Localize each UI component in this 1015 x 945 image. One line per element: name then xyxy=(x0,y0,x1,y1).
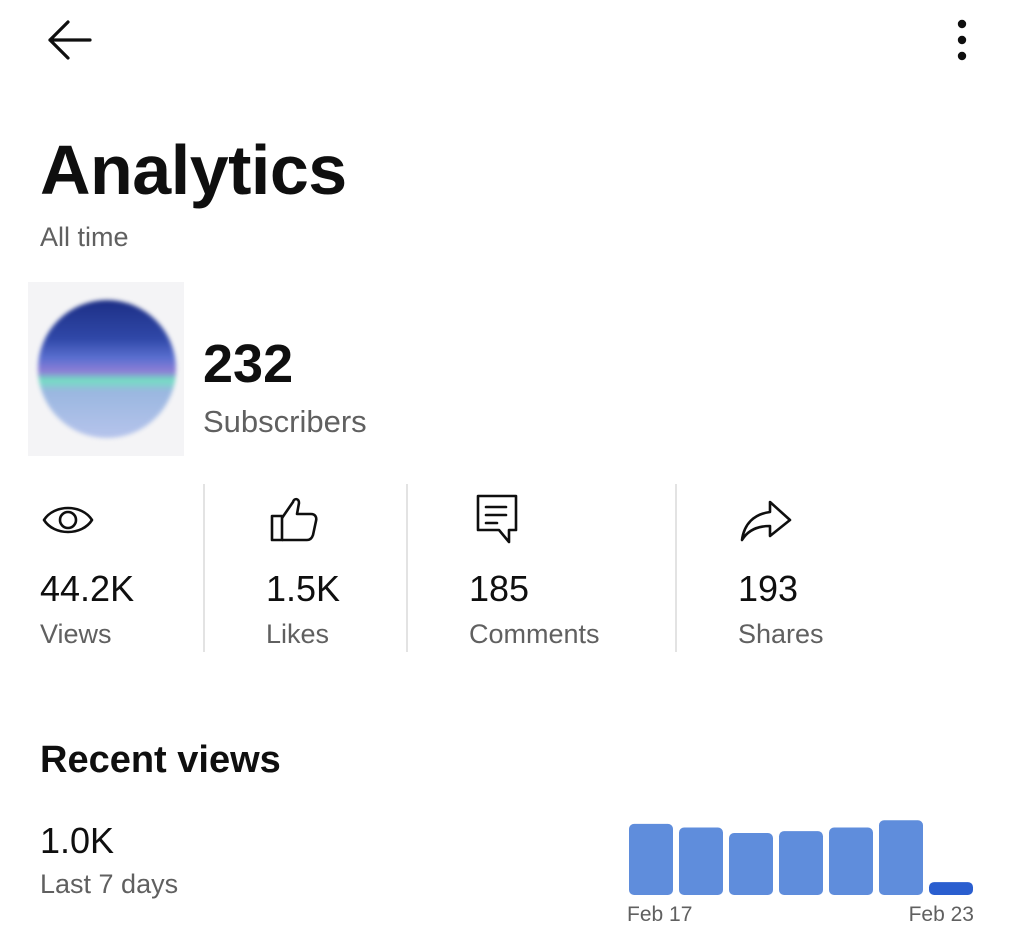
stat-divider xyxy=(203,484,205,652)
back-button[interactable] xyxy=(38,14,100,66)
more-vert-icon xyxy=(957,19,967,61)
eye-icon xyxy=(42,506,94,534)
stat-shares[interactable]: 193 Shares xyxy=(738,484,878,652)
recent-views-chart[interactable]: Feb 17 Feb 23 xyxy=(620,800,990,945)
stat-comments[interactable]: 185 Comments xyxy=(469,484,659,652)
views-label: Views xyxy=(40,619,112,649)
likes-label: Likes xyxy=(266,619,330,649)
share-icon xyxy=(740,500,792,542)
chart-bar xyxy=(629,823,673,895)
comments-label: Comments xyxy=(469,619,600,649)
chart-tick-label: Feb 17 xyxy=(627,903,692,926)
more-options-button[interactable] xyxy=(940,14,984,66)
chart-tick-label: Feb 23 xyxy=(909,903,974,926)
channel-avatar-frame xyxy=(28,282,184,456)
chart-bar xyxy=(679,827,723,895)
arrow-left-icon xyxy=(48,20,92,60)
page-title: Analytics xyxy=(40,131,347,209)
chart-bar xyxy=(729,833,773,895)
chart-bar xyxy=(879,820,923,895)
stat-divider xyxy=(406,484,408,652)
views-value: 44.2K xyxy=(40,568,135,609)
comments-value: 185 xyxy=(469,568,530,609)
subscriber-count: 232 xyxy=(203,334,294,394)
likes-value: 1.5K xyxy=(266,568,341,609)
thumbs-up-icon xyxy=(270,497,318,542)
recent-views-value: 1.0K xyxy=(40,820,115,861)
chart-bar xyxy=(829,827,873,895)
chart-bar xyxy=(929,882,973,895)
chart-bar xyxy=(779,831,823,895)
stat-divider xyxy=(675,484,677,652)
subscriber-label: Subscribers xyxy=(203,404,367,439)
stat-views[interactable]: 44.2K Views xyxy=(40,484,190,652)
time-range-label: All time xyxy=(40,222,129,252)
comment-icon xyxy=(476,494,518,544)
shares-value: 193 xyxy=(738,568,799,609)
recent-views-period: Last 7 days xyxy=(40,869,179,899)
channel-avatar[interactable] xyxy=(38,300,176,438)
stat-likes[interactable]: 1.5K Likes xyxy=(266,484,396,652)
recent-views-title: Recent views xyxy=(40,739,281,781)
shares-label: Shares xyxy=(738,619,824,649)
